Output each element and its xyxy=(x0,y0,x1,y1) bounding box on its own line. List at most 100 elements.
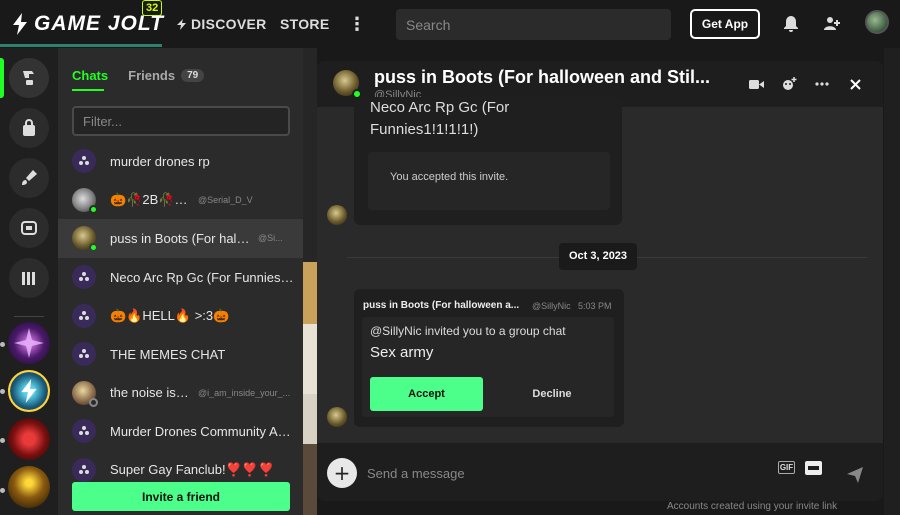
background-thumbnail xyxy=(303,394,317,444)
nav-discover[interactable]: DISCOVER xyxy=(177,0,267,48)
community-avatar[interactable] xyxy=(8,418,50,460)
community-avatar[interactable] xyxy=(8,322,50,364)
chat-list-item[interactable]: Neco Arc Rp Gc (For Funnies1!... xyxy=(58,258,303,297)
message-sender: puss in Boots (For halloween a... xyxy=(363,300,520,311)
message-composer: + GIF xyxy=(317,443,883,501)
chat-list-item[interactable]: Murder Drones Community Ad... xyxy=(58,412,303,451)
chat-title: puss in Boots (For halloween and Stil... xyxy=(374,67,711,87)
chat-username: @Serial_D_V xyxy=(198,194,253,205)
gif-icon[interactable]: GIF xyxy=(778,461,795,474)
chat-name: puss in Boots (For hallo... xyxy=(110,230,250,246)
rail-dot xyxy=(0,438,5,443)
bolt-icon xyxy=(13,13,27,35)
chat-avatar xyxy=(72,226,98,253)
message-username: @SillyNic xyxy=(532,301,571,311)
date-divider: Oct 3, 2023 xyxy=(559,243,637,270)
search-input[interactable] xyxy=(396,9,671,40)
invite-group-name: Neco Arc Rp Gc (For Funnies1!1!1!1!) xyxy=(370,99,510,138)
rail-create-button[interactable] xyxy=(9,158,49,198)
chat-name: 🎃🥀2B🥀🎃 xyxy=(110,191,190,207)
chat-name: Murder Drones Community Ad... xyxy=(110,423,295,439)
gamejolt-logo[interactable]: GAME JOLT xyxy=(12,10,164,38)
discover-bolt-icon xyxy=(177,18,186,30)
message-bubble: Neco Arc Rp Gc (For Funnies1!1!1!1!) You… xyxy=(354,97,622,225)
chat-list-item[interactable]: murder drones rp xyxy=(58,142,303,181)
message-timestamp: 5:03 PM xyxy=(578,301,612,311)
more-options-icon[interactable] xyxy=(811,73,833,95)
top-bar: GAME JOLT 32 DISCOVER STORE ⋮ Get App xyxy=(0,0,900,48)
nav-discover-label: DISCOVER xyxy=(191,16,267,32)
more-menu-icon[interactable]: ⋮ xyxy=(348,0,366,48)
chat-list-item[interactable]: THE MEMES CHAT xyxy=(58,335,303,374)
offline-indicator xyxy=(89,397,98,407)
invite-friend-button[interactable]: Invite a friend xyxy=(72,482,290,511)
chat-username: @i_am_inside_your_... xyxy=(198,387,291,398)
friends-count-badge: 79 xyxy=(181,69,205,82)
close-icon[interactable] xyxy=(844,73,866,95)
send-icon[interactable] xyxy=(847,467,863,483)
add-member-icon[interactable] xyxy=(778,73,800,95)
community-avatar[interactable] xyxy=(8,466,50,508)
sticker-icon[interactable] xyxy=(805,461,822,475)
friend-requests-icon[interactable] xyxy=(820,12,844,36)
bag-icon xyxy=(23,119,35,136)
online-indicator xyxy=(89,243,98,253)
chat-header-avatar[interactable] xyxy=(333,70,362,99)
get-app-button[interactable]: Get App xyxy=(690,9,760,39)
rail-dot xyxy=(0,389,5,394)
rail-divider xyxy=(14,316,44,317)
chat-name: Neco Arc Rp Gc (For Funnies1!... xyxy=(110,269,295,285)
filter-input[interactable] xyxy=(72,106,290,136)
chat-list-item[interactable]: 🎃🥀2B🥀🎃 @Serial_D_V xyxy=(58,181,303,220)
notification-badge: 32 xyxy=(142,0,163,16)
message-input[interactable] xyxy=(359,457,769,489)
user-avatar[interactable] xyxy=(865,10,889,34)
rail-dot xyxy=(0,342,5,347)
chat-list-panel: Chats Friends 79 murder drones rp 🎃🥀2B🥀🎃… xyxy=(58,48,303,515)
rail-chat-button[interactable] xyxy=(9,208,49,248)
tab-friends[interactable]: Friends 79 xyxy=(128,68,205,83)
chat-name: murder drones rp xyxy=(110,153,210,169)
chat-list: murder drones rp 🎃🥀2B🥀🎃 @Serial_D_V puss… xyxy=(58,142,303,489)
video-call-icon[interactable] xyxy=(745,73,767,95)
rail-library-button[interactable] xyxy=(9,258,49,298)
online-indicator xyxy=(89,204,98,214)
group-icon xyxy=(72,149,96,174)
chat-name: the noise is ... xyxy=(110,385,190,401)
decline-button[interactable]: Decline xyxy=(512,377,592,411)
chat-name: 🎃🔥HELL🔥 >:3🎃 xyxy=(110,307,230,323)
add-attachment-button[interactable]: + xyxy=(327,458,357,488)
chat-name: THE MEMES CHAT xyxy=(110,346,226,362)
rail-dot xyxy=(0,488,5,493)
rail-shop-button[interactable] xyxy=(9,108,49,148)
rail-active-indicator xyxy=(0,58,4,98)
background-thumbnail xyxy=(303,324,317,394)
rail-home-button[interactable] xyxy=(9,58,49,98)
accept-button[interactable]: Accept xyxy=(370,377,483,411)
invite-status-text: You accepted this invite. xyxy=(390,171,509,183)
bell-icon[interactable] xyxy=(779,12,803,36)
group-icon xyxy=(72,458,96,483)
nav-store[interactable]: STORE xyxy=(280,0,329,48)
chat-bot-icon xyxy=(21,221,37,235)
chat-avatar xyxy=(72,187,98,214)
group-invite-card: @SillyNic invited you to a group chat Se… xyxy=(362,317,614,417)
chat-list-item[interactable]: the noise is ... @i_am_inside_your_... xyxy=(58,374,303,413)
message-avatar[interactable] xyxy=(327,205,347,225)
chat-list-item[interactable]: 🎃🔥HELL🔥 >:3🎃 xyxy=(58,296,303,335)
group-icon xyxy=(72,342,96,367)
brush-icon xyxy=(22,170,37,185)
tab-chats[interactable]: Chats xyxy=(72,68,108,91)
invite-status-box: You accepted this invite. xyxy=(368,152,610,210)
background-thumbnail xyxy=(303,262,317,324)
chat-name: Super Gay Fanclub!❣️❣️❣️ xyxy=(110,462,275,478)
logo-underline xyxy=(0,44,162,47)
tab-friends-label: Friends xyxy=(128,68,176,83)
chat-list-item-selected[interactable]: puss in Boots (For hallo... @Si... xyxy=(58,219,303,258)
community-avatar[interactable] xyxy=(8,370,50,412)
message-bubble: puss in Boots (For halloween a... @Silly… xyxy=(354,289,624,427)
message-avatar[interactable] xyxy=(327,407,347,427)
group-icon xyxy=(72,303,96,328)
group-icon xyxy=(72,265,96,290)
chat-tabs: Chats Friends 79 xyxy=(72,68,205,91)
